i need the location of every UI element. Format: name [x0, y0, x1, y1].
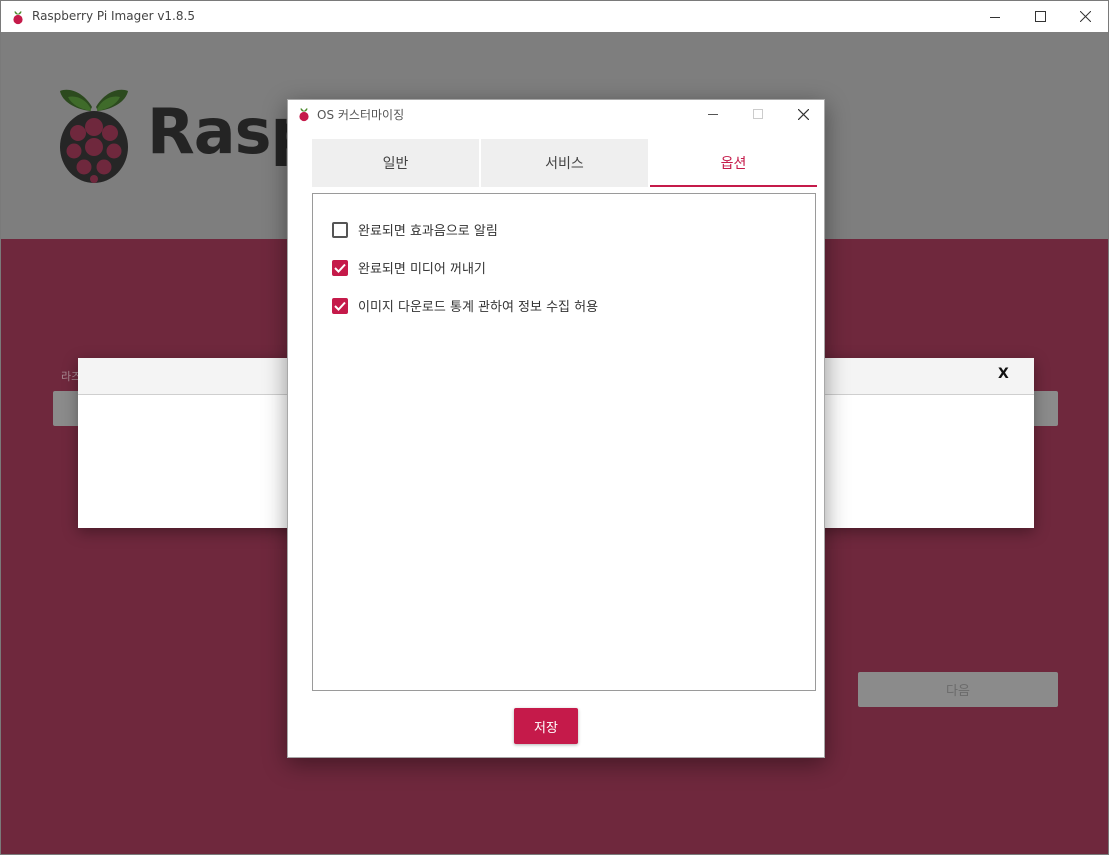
checkbox-checked-icon[interactable]: [332, 297, 348, 314]
next-button[interactable]: 다음: [858, 672, 1058, 707]
save-button[interactable]: 저장: [514, 708, 578, 744]
tab-general[interactable]: 일반: [312, 139, 479, 187]
checkbox-empty-icon[interactable]: [332, 221, 348, 238]
dialog-title: OS 커스터마이징: [317, 108, 405, 122]
option-label: 완료되면 효과음으로 알림: [358, 224, 498, 239]
dialog-minimize-button[interactable]: [690, 100, 736, 128]
minimize-icon: [708, 114, 718, 115]
dialog-close-button[interactable]: [780, 100, 826, 128]
option-telemetry[interactable]: 이미지 다운로드 통계 관하여 정보 수집 허용: [332, 296, 598, 315]
option-label: 완료되면 미디어 꺼내기: [358, 262, 486, 277]
window-title: Raspberry Pi Imager v1.8.5: [32, 9, 195, 23]
tab-bar: 일반 서비스 옵션: [312, 139, 817, 187]
tab-options[interactable]: 옵션: [648, 139, 817, 187]
options-panel: 완료되면 효과음으로 알림 완료되면 미디어 꺼내기 이미지 다운로드 통계 관…: [312, 193, 816, 691]
tab-services[interactable]: 서비스: [479, 139, 648, 187]
checkbox-checked-icon[interactable]: [332, 259, 348, 276]
title-bar: Raspberry Pi Imager v1.8.5: [1, 1, 1108, 32]
option-eject-media[interactable]: 완료되면 미디어 꺼내기: [332, 258, 486, 277]
close-icon: [797, 108, 809, 120]
maximize-icon: [753, 109, 763, 119]
maximize-button[interactable]: [1017, 1, 1063, 32]
os-customization-dialog: OS 커스터마이징 일반 서비스 옵션 완료되면 효과음으로 알림 완료되면 미…: [287, 99, 825, 758]
raspberry-logo-icon: [54, 85, 134, 189]
minimize-button[interactable]: [972, 1, 1018, 32]
option-label: 이미지 다운로드 통계 관하여 정보 수집 허용: [358, 300, 599, 315]
raspberry-icon: [11, 10, 25, 29]
close-icon: [1079, 11, 1091, 22]
minimize-icon: [990, 16, 1000, 18]
option-sound-on-finish[interactable]: 완료되면 효과음으로 알림: [332, 220, 498, 239]
close-button[interactable]: [1062, 1, 1108, 32]
main-window: Raspberry Pi Imager v1.8.5 Rasp 라즈 다음 X …: [0, 0, 1109, 855]
raspberry-icon: [297, 107, 311, 126]
popup-close-button[interactable]: X: [998, 366, 1009, 382]
dialog-maximize-button[interactable]: [735, 100, 781, 128]
maximize-icon: [1034, 11, 1046, 22]
